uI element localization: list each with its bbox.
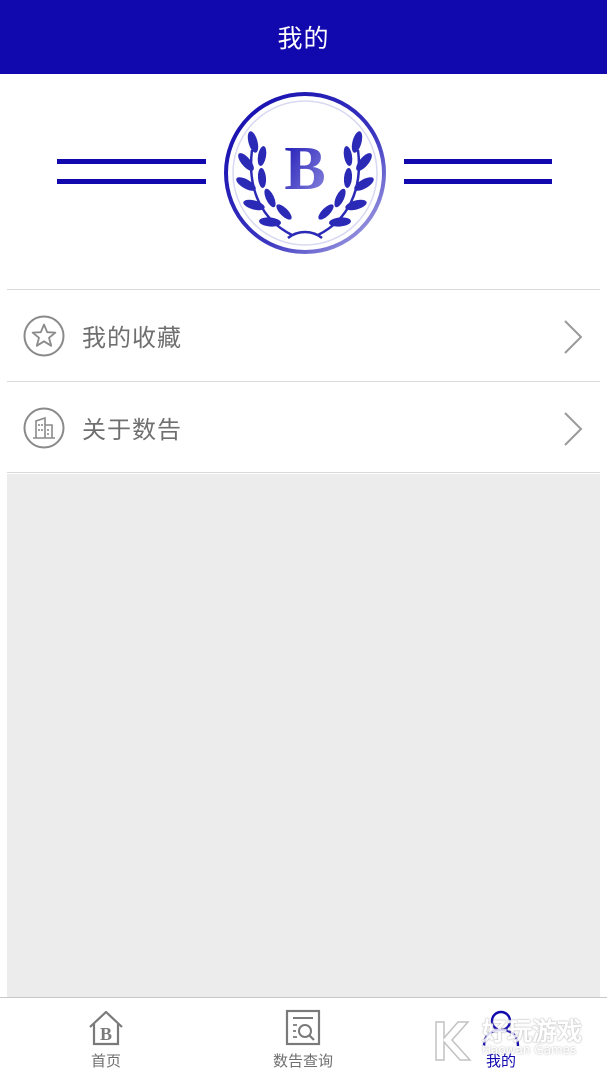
settings-menu: 我的收藏 关于数告 (7, 289, 600, 473)
tab-label: 数告查询 (272, 1052, 333, 1070)
navigation-bar: 我的 (0, 0, 607, 74)
decorative-line (404, 159, 552, 164)
watermark-logo-icon (435, 1021, 472, 1061)
svg-text:B: B (100, 1024, 112, 1044)
tab-label: 首页 (90, 1052, 121, 1070)
building-icon (23, 407, 65, 449)
laurel-logo-icon: B (224, 92, 386, 254)
search-document-icon (285, 1009, 321, 1046)
page-title: 我的 (277, 24, 330, 53)
decorative-line (57, 159, 206, 164)
decorative-line (57, 179, 206, 184)
menu-item-label: 我的收藏 (82, 324, 182, 352)
screen-my: 我的 B 我的收藏 关于数告 B 首页 数告查询 我的 好玩游戏 Haowan … (0, 0, 607, 1080)
empty-content-area (7, 474, 600, 997)
menu-item-about[interactable]: 关于数告 (7, 381, 600, 473)
chevron-right-icon (564, 412, 583, 446)
decorative-line (404, 179, 552, 184)
menu-item-label: 关于数告 (82, 415, 182, 444)
menu-item-favorites[interactable]: 我的收藏 (7, 289, 600, 381)
tab-home[interactable]: B 首页 (66, 998, 146, 1080)
profile-banner: B (0, 74, 607, 289)
home-icon: B (89, 1010, 123, 1046)
star-icon (23, 315, 65, 357)
watermark: 好玩游戏 Haowan Games (430, 1010, 600, 1072)
tab-query[interactable]: 数告查询 (263, 998, 343, 1080)
logo-letter: B (284, 135, 325, 203)
watermark-subtitle: Haowan Games (482, 1043, 577, 1057)
chevron-right-icon (564, 320, 583, 354)
